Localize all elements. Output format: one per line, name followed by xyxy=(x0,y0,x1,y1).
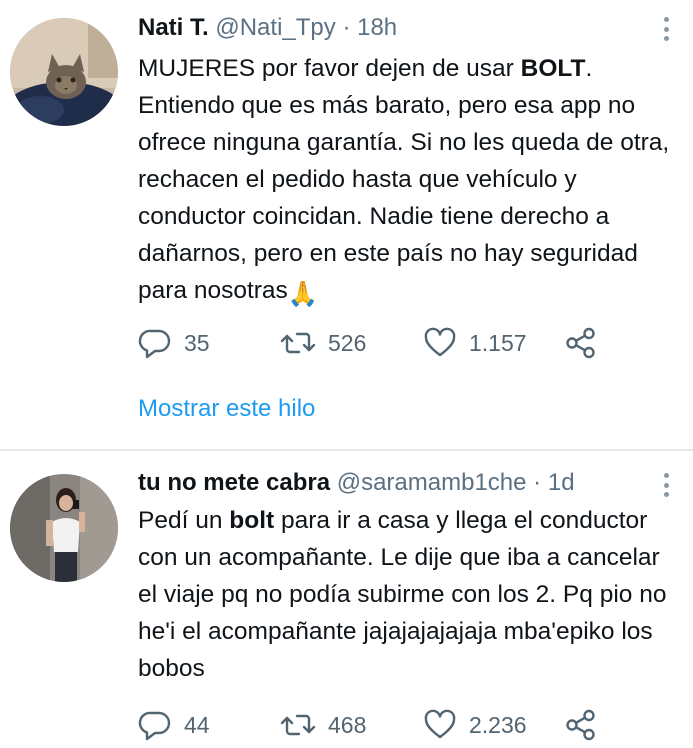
retweet-button[interactable]: 468 xyxy=(280,705,366,745)
retweet-button[interactable]: 526 xyxy=(280,323,366,363)
retweet-icon xyxy=(280,332,316,354)
reply-count: 44 xyxy=(184,711,210,738)
tweet-timestamp[interactable]: 18h xyxy=(357,14,397,41)
show-thread-link[interactable]: Mostrar este hilo xyxy=(138,392,315,426)
retweet-icon xyxy=(280,714,316,736)
tweet-text-part: MUJERES por favor dejen de usar xyxy=(138,55,521,82)
like-button[interactable]: 1.157 xyxy=(423,323,527,363)
like-icon xyxy=(424,327,456,357)
separator-dot: · xyxy=(342,14,351,41)
share-icon xyxy=(566,327,595,359)
user-handle[interactable]: @saramamb1che xyxy=(337,469,527,496)
tweet-text-bold: BOLT xyxy=(520,55,586,82)
tweet-timestamp[interactable]: 1d xyxy=(548,469,575,496)
share-button[interactable] xyxy=(564,323,598,363)
tweet-text: Pedí un bolt para ir a casa y llega el c… xyxy=(138,502,678,687)
user-handle[interactable]: @Nati_Tpy xyxy=(215,14,335,41)
retweet-count: 468 xyxy=(328,711,367,738)
separator-dot: · xyxy=(533,469,542,496)
tweet-text-part: Pedí un xyxy=(138,507,230,534)
reply-icon xyxy=(138,329,171,359)
tweet[interactable]: tu no mete cabra @saramamb1che · 1d Pedí… xyxy=(0,452,693,748)
display-name[interactable]: tu no mete cabra xyxy=(138,469,330,496)
tweet-text-bold: bolt xyxy=(229,507,275,534)
pray-emoji-icon: 🙏 xyxy=(287,281,319,308)
tweet-header: tu no mete cabra @saramamb1che · 1d xyxy=(138,466,575,500)
tweet[interactable]: Nati T. @Nati_Tpy · 18h MUJERES por favo… xyxy=(0,0,693,450)
tweet-header: Nati T. @Nati_Tpy · 18h xyxy=(138,11,397,45)
retweet-count: 526 xyxy=(328,329,367,356)
reply-button[interactable]: 44 xyxy=(138,705,210,745)
avatar[interactable] xyxy=(10,18,118,126)
tweet-actions: 35 526 1.157 xyxy=(138,323,678,363)
cat-avatar-image xyxy=(10,18,118,126)
like-icon xyxy=(424,709,456,739)
tweet-text: MUJERES por favor dejen de usar BOLT. En… xyxy=(138,50,678,313)
display-name[interactable]: Nati T. xyxy=(138,14,209,41)
reply-icon xyxy=(138,711,171,741)
share-button[interactable] xyxy=(564,705,598,745)
reply-button[interactable]: 35 xyxy=(138,323,210,363)
share-icon xyxy=(566,709,595,741)
more-icon[interactable] xyxy=(656,14,676,44)
timeline: Nati T. @Nati_Tpy · 18h MUJERES por favo… xyxy=(0,0,693,748)
person-avatar-image xyxy=(10,474,118,582)
tweet-text-part: . Entiendo que es más barato, pero esa a… xyxy=(138,55,670,304)
tweet-actions: 44 468 2.236 xyxy=(138,705,678,745)
tweet-divider xyxy=(0,449,693,451)
like-count: 1.157 xyxy=(469,329,527,356)
like-count: 2.236 xyxy=(469,711,527,738)
avatar[interactable] xyxy=(10,474,118,582)
like-button[interactable]: 2.236 xyxy=(423,705,527,745)
more-icon[interactable] xyxy=(656,470,676,500)
reply-count: 35 xyxy=(184,329,210,356)
